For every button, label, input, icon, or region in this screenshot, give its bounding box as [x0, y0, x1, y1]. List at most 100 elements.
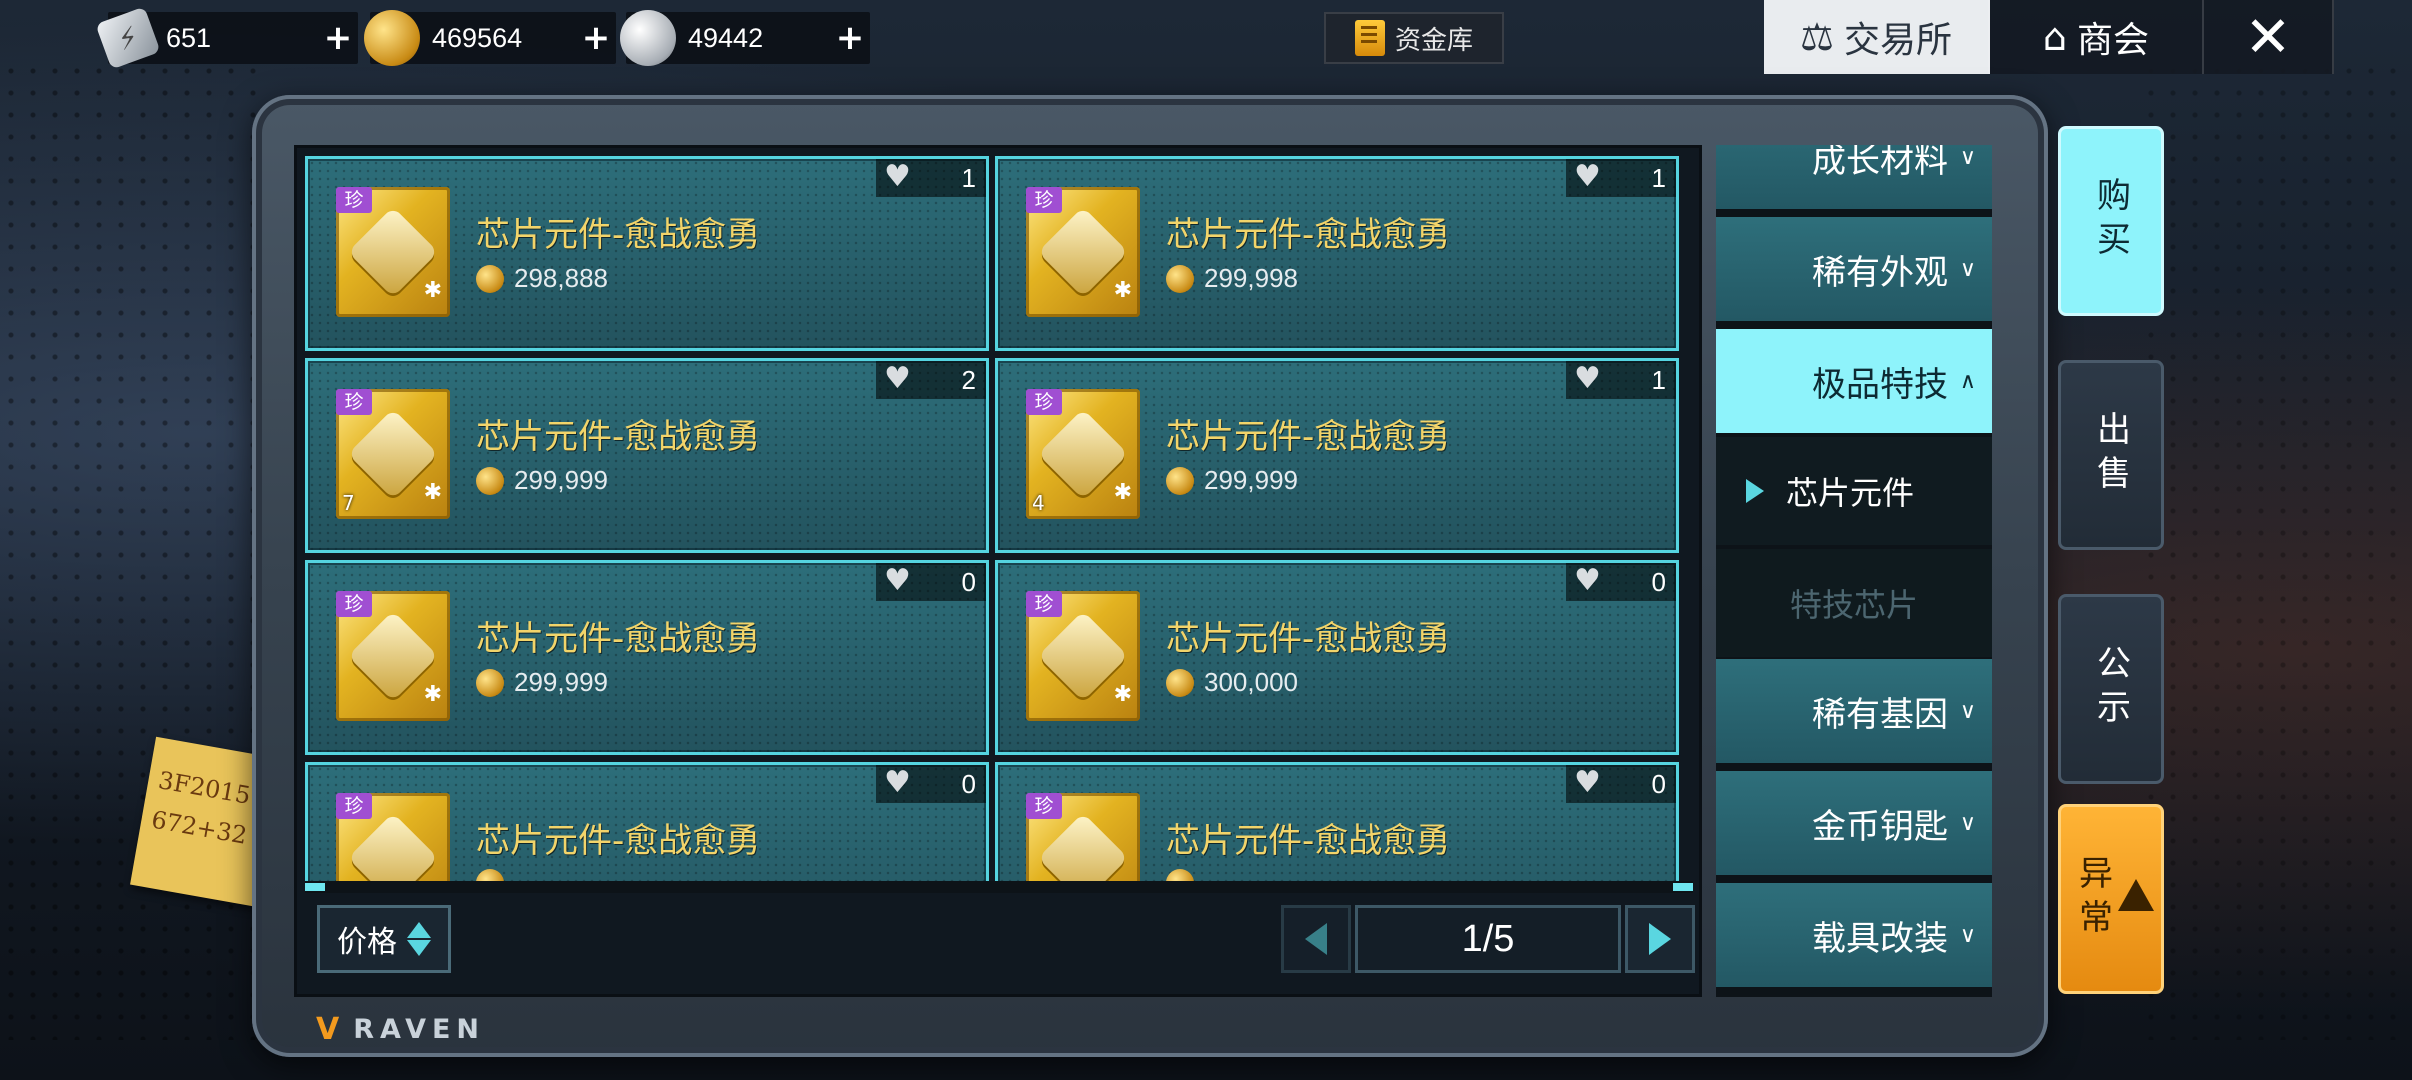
- favorite-button[interactable]: ♥ 0: [876, 765, 986, 803]
- favorite-button[interactable]: ♥ 1: [1566, 361, 1676, 399]
- side-tab-abnormal[interactable]: 异常: [2058, 804, 2164, 994]
- silver-coin-icon: [620, 10, 676, 66]
- tab-exchange[interactable]: ⚖ 交易所: [1764, 0, 1990, 74]
- favorite-button[interactable]: ♥ 0: [876, 563, 986, 601]
- category-gold-keys[interactable]: 金币钥匙 ∨: [1716, 771, 1992, 879]
- gold-coin-icon: [476, 466, 504, 495]
- pagination: 1/5: [1281, 905, 1695, 973]
- gold-coin-icon: [476, 869, 504, 881]
- listing-card[interactable]: ✱ 珍芯片元件-愈战愈勇 300,000 ♥ 0: [995, 560, 1679, 755]
- next-page-button[interactable]: [1625, 905, 1695, 973]
- listing-grid[interactable]: ✱ 珍芯片元件-愈战愈勇 298,888 ♥ 1 ✱ 珍芯片元件-愈战愈勇 299,998 ♥ 1…: [305, 156, 1693, 881]
- currency-gold-value: 469564: [432, 22, 523, 53]
- subcategory-chip-components[interactable]: 芯片元件: [1716, 437, 1992, 545]
- category-rare-skins[interactable]: 稀有外观 ∨: [1716, 217, 1992, 325]
- chevron-down-icon: ∨: [1959, 256, 1976, 282]
- rarity-badge: 珍: [1026, 187, 1062, 213]
- sparkle-icon: ✱: [1113, 682, 1132, 707]
- add-gold-button[interactable]: +: [576, 18, 616, 58]
- category-vehicle-mods[interactable]: 载具改装 ∨: [1716, 883, 1992, 991]
- listing-card[interactable]: ✱珍芯片元件-愈战愈勇♥0: [305, 762, 989, 881]
- sort-by-price-button[interactable]: 价格: [317, 905, 451, 973]
- favorite-button[interactable]: ♥ 1: [1566, 159, 1676, 197]
- subcategory-label: 芯片元件: [1786, 474, 1915, 512]
- chevron-up-icon: ∧: [1959, 368, 1976, 394]
- category-label: 极品特技: [1812, 364, 1948, 405]
- side-tab-notice[interactable]: 公示: [2058, 594, 2164, 784]
- favorite-count: 1: [961, 162, 976, 193]
- currency-silver-value: 49442: [688, 22, 764, 53]
- add-chip-button[interactable]: +: [318, 18, 358, 58]
- favorite-count: 0: [961, 768, 976, 799]
- selected-arrow-icon: [1746, 479, 1764, 503]
- chevron-down-icon: ∨: [1959, 698, 1976, 724]
- trading-panel: ✱ 珍芯片元件-愈战愈勇 298,888 ♥ 1 ✱ 珍芯片元件-愈战愈勇 299,998 ♥ 1…: [252, 95, 2048, 1057]
- item-price-value: 300,000: [1204, 667, 1298, 697]
- gold-coin-icon: [364, 10, 420, 66]
- item-price: 299,999: [1166, 465, 1298, 496]
- vault-label: 资金库: [1394, 25, 1473, 56]
- sort-arrows-icon: [407, 922, 431, 956]
- side-tab-sell-label: 出售: [2090, 411, 2131, 499]
- tab-guild[interactable]: ⌂ 商会: [1990, 0, 2204, 74]
- category-label: 金币钥匙: [1812, 806, 1948, 847]
- category-rare-genes[interactable]: 稀有基因 ∨: [1716, 659, 1992, 767]
- favorite-count: 2: [961, 364, 976, 395]
- rarity-badge: 珍: [1026, 591, 1062, 617]
- listing-card[interactable]: ✱ 珍芯片元件-愈战愈勇 299,999 ♥ 0: [305, 560, 989, 755]
- item-name: 芯片元件-愈战愈勇: [1166, 821, 1451, 861]
- chevron-down-icon: ∨: [1959, 145, 1976, 170]
- vault-book-icon: [1354, 20, 1385, 56]
- arrow-left-icon: [1305, 923, 1327, 955]
- heart-icon: ♥: [884, 562, 911, 598]
- page-indicator: 1/5: [1355, 905, 1621, 973]
- item-quantity: 7: [342, 491, 355, 515]
- gold-coin-icon: [1166, 264, 1194, 293]
- favorite-count: 1: [1651, 364, 1666, 395]
- favorite-count: 0: [961, 566, 976, 597]
- category-menu: 成长材料 ∨ 稀有外观 ∨ 极品特技 ∧ 芯片元件 特技芯片 稀有基因 ∨ 金币…: [1716, 145, 1992, 997]
- category-label: 稀有基因: [1812, 694, 1948, 735]
- favorite-count: 0: [1651, 768, 1666, 799]
- gold-coin-icon: [1166, 668, 1194, 697]
- chip-component-icon: [347, 812, 439, 881]
- category-premium-skills[interactable]: 极品特技 ∧: [1716, 329, 1992, 437]
- listing-card[interactable]: ✱珍芯片元件-愈战愈勇♥0: [995, 762, 1679, 881]
- subcategory-skill-chips[interactable]: 特技芯片: [1716, 549, 1992, 657]
- favorite-button[interactable]: ♥ 0: [1566, 563, 1676, 601]
- sparkle-icon: ✱: [423, 278, 442, 303]
- item-price-value: 299,998: [1204, 263, 1298, 293]
- heart-icon: ♥: [884, 158, 911, 194]
- favorite-button[interactable]: ♥ 0: [1566, 765, 1676, 803]
- listing-card[interactable]: ✱ 7 珍芯片元件-愈战愈勇 299,999 ♥ 2: [305, 358, 989, 553]
- close-button[interactable]: ✕: [2204, 0, 2334, 74]
- listing-card[interactable]: ✱ 珍芯片元件-愈战愈勇 299,998 ♥ 1: [995, 156, 1679, 351]
- listing-card[interactable]: ✱ 珍芯片元件-愈战愈勇 298,888 ♥ 1: [305, 156, 989, 351]
- currency-chip-value: 651: [166, 22, 212, 53]
- background-pegboard-right: [2140, 60, 2412, 1040]
- side-tab-buy[interactable]: 购买: [2058, 126, 2164, 316]
- item-price: [476, 869, 514, 881]
- sparkle-icon: ✱: [423, 682, 442, 707]
- side-tab-sell[interactable]: 出售: [2058, 360, 2164, 550]
- tab-guild-label: 商会: [2077, 20, 2150, 61]
- vault-button[interactable]: 资金库: [1324, 12, 1504, 64]
- currency-chip: ⚡ 651 +: [95, 6, 358, 70]
- side-tab-notice-label: 公示: [2090, 645, 2131, 733]
- listing-scrollbar[interactable]: [305, 881, 1693, 893]
- heart-icon: ♥: [1574, 764, 1601, 800]
- favorite-button[interactable]: ♥ 1: [876, 159, 986, 197]
- heart-icon: ♥: [1574, 360, 1601, 396]
- add-silver-button[interactable]: +: [830, 18, 870, 58]
- chip-component-icon: [1037, 812, 1129, 881]
- chevron-down-icon: ∨: [1959, 922, 1976, 948]
- currency-silver: 49442 +: [620, 10, 870, 66]
- listing-card[interactable]: ✱ 4 珍芯片元件-愈战愈勇 299,999 ♥ 1: [995, 358, 1679, 553]
- rarity-badge: 珍: [336, 591, 372, 617]
- house-icon: ⌂: [2042, 15, 2068, 59]
- favorite-count: 0: [1651, 566, 1666, 597]
- favorite-button[interactable]: ♥ 2: [876, 361, 986, 399]
- previous-page-button[interactable]: [1281, 905, 1351, 973]
- currency-gold: 469564 +: [364, 10, 616, 66]
- category-growth-materials[interactable]: 成长材料 ∨: [1716, 145, 1992, 213]
